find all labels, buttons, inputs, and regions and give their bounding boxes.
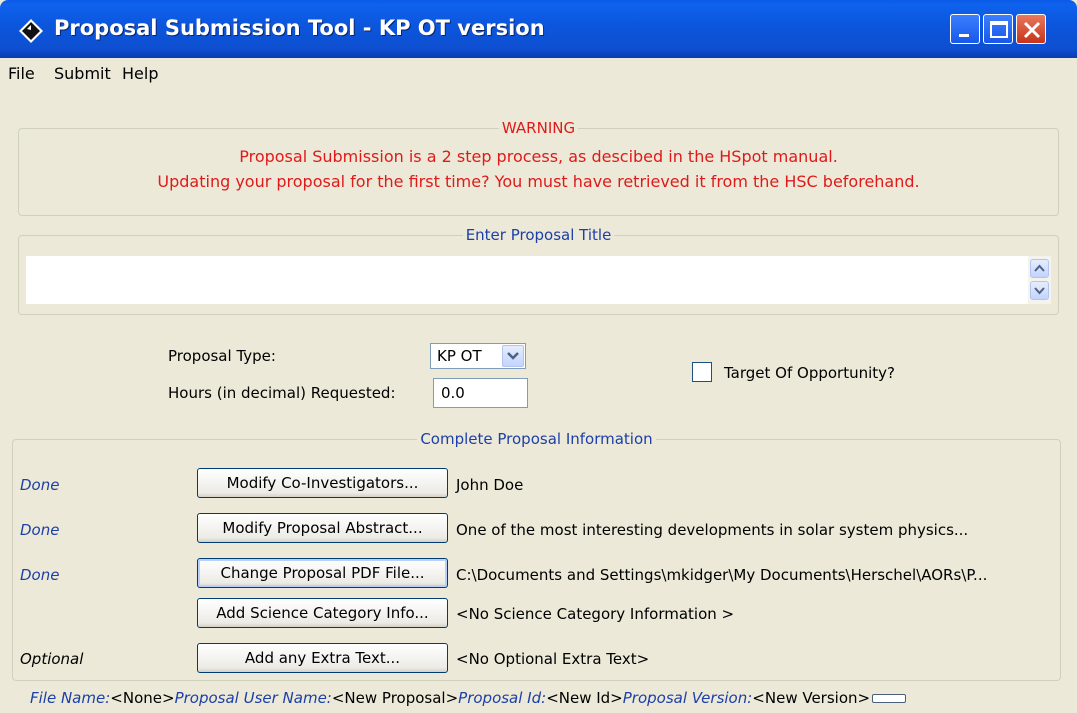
add-science-category-button[interactable]: Add Science Category Info... <box>197 598 448 628</box>
minimize-button[interactable] <box>950 14 980 44</box>
scroll-down-button[interactable] <box>1030 281 1049 300</box>
abstract-info: One of the most interesting developments… <box>456 521 969 539</box>
proposal-info-title: Complete Proposal Information <box>417 430 656 448</box>
target-of-opportunity-label: Target Of Opportunity? <box>724 364 896 382</box>
coi-status: Done <box>20 476 60 494</box>
target-of-opportunity-checkbox[interactable] <box>692 362 712 382</box>
menu-file[interactable]: File <box>8 64 35 83</box>
menu-submit[interactable]: Submit <box>54 64 111 83</box>
app-diamond-icon <box>19 19 43 43</box>
hours-input[interactable]: 0.0 <box>433 378 528 408</box>
close-icon <box>1023 21 1041 39</box>
proposal-type-select[interactable]: KP OT <box>430 343 526 369</box>
proposal-title-label: Enter Proposal Title <box>462 226 615 244</box>
extra-text-status: Optional <box>20 650 84 668</box>
proposal-type-value: KP OT <box>437 347 482 365</box>
science-category-info: <No Science Category Information > <box>456 605 735 623</box>
footer-status-bar: File Name:<None>Proposal User Name:<New … <box>30 689 907 707</box>
file-name-value: <None> <box>110 689 175 707</box>
proposal-title-input[interactable] <box>26 256 1051 304</box>
proposal-id-label: Proposal Id: <box>458 689 547 707</box>
proposal-version-value: <New Version> <box>752 689 871 707</box>
window-titlebar[interactable]: Proposal Submission Tool - KP OT version <box>0 0 1077 58</box>
maximize-icon <box>990 21 1008 38</box>
extra-text-info: <No Optional Extra Text> <box>456 650 650 668</box>
proposal-id-value: <New Id> <box>546 689 623 707</box>
pdf-file-info: C:\Documents and Settings\mkidger\My Doc… <box>456 566 988 584</box>
user-name-value: <New Proposal> <box>331 689 459 707</box>
hours-label: Hours (in decimal) Requested: <box>168 384 396 402</box>
pdf-status: Done <box>20 566 60 584</box>
warning-line-2: Updating your proposal for the first tim… <box>157 172 920 191</box>
window-title: Proposal Submission Tool - KP OT version <box>54 16 545 40</box>
footer-small-button[interactable] <box>872 694 907 703</box>
proposal-type-dropdown-button[interactable] <box>502 345 524 367</box>
close-button[interactable] <box>1016 14 1046 44</box>
menu-help[interactable]: Help <box>122 64 158 83</box>
menu-bar: File Submit Help <box>0 58 1077 88</box>
change-pdf-file-button[interactable]: Change Proposal PDF File... <box>197 558 448 588</box>
minimize-icon <box>959 34 969 37</box>
proposal-version-label: Proposal Version: <box>622 689 753 707</box>
warning-line-1: Proposal Submission is a 2 step process,… <box>239 147 838 166</box>
abstract-status: Done <box>20 521 60 539</box>
warning-panel: WARNING Proposal Submission is a 2 step … <box>18 119 1059 216</box>
chevron-down-icon <box>507 352 519 360</box>
warning-title: WARNING <box>498 119 579 137</box>
scroll-up-button[interactable] <box>1030 259 1049 278</box>
user-name-label: Proposal User Name: <box>174 689 332 707</box>
proposal-info-panel: Complete Proposal Information <box>12 430 1061 681</box>
file-name-label: File Name: <box>30 689 111 707</box>
proposal-type-label: Proposal Type: <box>168 347 276 365</box>
modify-abstract-button[interactable]: Modify Proposal Abstract... <box>197 513 448 543</box>
add-extra-text-button[interactable]: Add any Extra Text... <box>197 643 448 673</box>
modify-co-investigators-button[interactable]: Modify Co-Investigators... <box>197 468 448 498</box>
chevron-up-icon <box>1034 264 1045 272</box>
coi-info: John Doe <box>456 476 524 494</box>
title-scrollbar[interactable] <box>1028 256 1051 304</box>
chevron-down-icon <box>1034 287 1045 295</box>
maximize-button[interactable] <box>983 14 1013 44</box>
